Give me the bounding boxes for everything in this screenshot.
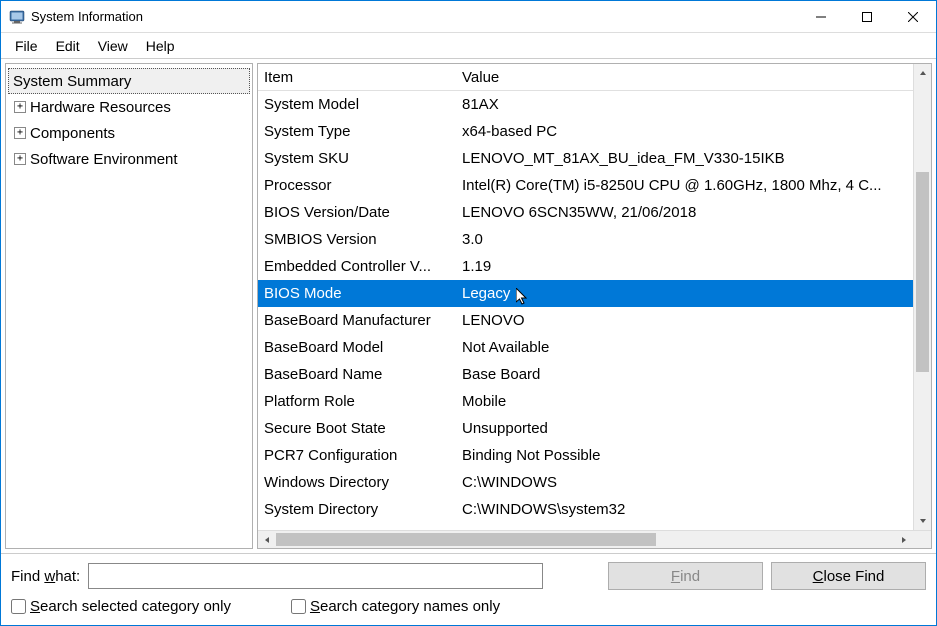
tree-item-hardware-resources[interactable]: + Hardware Resources <box>10 94 250 120</box>
table-row[interactable]: ProcessorIntel(R) Core(TM) i5-8250U CPU … <box>258 172 913 199</box>
menu-view[interactable]: View <box>90 36 136 56</box>
cell-value: 3.0 <box>458 231 913 248</box>
scroll-track[interactable] <box>914 82 931 512</box>
table-row[interactable]: BIOS Version/DateLENOVO 6SCN35WW, 21/06/… <box>258 199 913 226</box>
app-icon <box>9 9 25 25</box>
table-row[interactable]: BIOS ModeLegacy <box>258 280 913 307</box>
table-row[interactable]: BaseBoard ManufacturerLENOVO <box>258 307 913 334</box>
tree-root-label: System Summary <box>13 73 131 90</box>
cell-item: System Directory <box>258 501 458 518</box>
cell-item: SMBIOS Version <box>258 231 458 248</box>
cell-value: Base Board <box>458 366 913 383</box>
close-find-button[interactable]: Close Find <box>771 562 926 590</box>
cell-item: Windows Directory <box>258 474 458 491</box>
cell-item: BaseBoard Name <box>258 366 458 383</box>
tree-item-label: Hardware Resources <box>30 99 171 116</box>
find-bar: Find what: Find Close Find <box>1 554 936 592</box>
checkbox-search-selected-category[interactable]: Search selected category only <box>11 598 231 615</box>
cell-value: x64-based PC <box>458 123 913 140</box>
window-title: System Information <box>31 9 798 24</box>
table-row[interactable]: System SKULENOVO_MT_81AX_BU_idea_FM_V330… <box>258 145 913 172</box>
tree-item-components[interactable]: + Components <box>10 120 250 146</box>
cell-value: Mobile <box>458 393 913 410</box>
scrollbar-corner <box>913 531 931 549</box>
horizontal-scrollbar[interactable] <box>258 530 931 548</box>
table-row[interactable]: BaseBoard ModelNot Available <box>258 334 913 361</box>
cell-item: System SKU <box>258 150 458 167</box>
cell-value: LENOVO_MT_81AX_BU_idea_FM_V330-15IKB <box>458 150 913 167</box>
tree-pane[interactable]: System Summary + Hardware Resources + Co… <box>5 63 253 549</box>
table-pane: Item Value System Model81AXSystem Typex6… <box>257 63 932 549</box>
window-controls <box>798 1 936 32</box>
tree-root-system-summary[interactable]: System Summary <box>8 68 250 94</box>
checkbox-input[interactable] <box>11 599 26 614</box>
find-input[interactable] <box>88 563 543 589</box>
menubar: File Edit View Help <box>1 33 936 59</box>
table-row[interactable]: PCR7 ConfigurationBinding Not Possible <box>258 442 913 469</box>
cell-item: Embedded Controller V... <box>258 258 458 275</box>
tree-item-label: Components <box>30 125 115 142</box>
find-button[interactable]: Find <box>608 562 763 590</box>
cell-item: PCR7 Configuration <box>258 447 458 464</box>
table-row[interactable]: Platform RoleMobile <box>258 388 913 415</box>
cell-item: BaseBoard Manufacturer <box>258 312 458 329</box>
scroll-right-button[interactable] <box>895 531 913 548</box>
cell-value: LENOVO 6SCN35WW, 21/06/2018 <box>458 204 913 221</box>
cell-value: C:\WINDOWS\system32 <box>458 501 913 518</box>
cell-value: Legacy <box>458 285 913 302</box>
cell-value: C:\WINDOWS <box>458 474 913 491</box>
cell-value: LENOVO <box>458 312 913 329</box>
cell-value: Intel(R) Core(TM) i5-8250U CPU @ 1.60GHz… <box>458 177 913 194</box>
table-row[interactable]: System Typex64-based PC <box>258 118 913 145</box>
cell-value: 1.19 <box>458 258 913 275</box>
cell-item: BIOS Mode <box>258 285 458 302</box>
minimize-button[interactable] <box>798 1 844 32</box>
menu-file[interactable]: File <box>7 36 46 56</box>
cell-item: Processor <box>258 177 458 194</box>
table-scroll[interactable]: Item Value System Model81AXSystem Typex6… <box>258 64 913 530</box>
expand-icon[interactable]: + <box>14 101 26 113</box>
cell-item: Platform Role <box>258 393 458 410</box>
menu-edit[interactable]: Edit <box>48 36 88 56</box>
table-row[interactable]: Embedded Controller V...1.19 <box>258 253 913 280</box>
column-header-item[interactable]: Item <box>258 69 458 86</box>
table-row[interactable]: System DirectoryC:\WINDOWS\system32 <box>258 496 913 523</box>
menu-help[interactable]: Help <box>138 36 183 56</box>
scroll-up-button[interactable] <box>914 64 931 82</box>
cell-item: BaseBoard Model <box>258 339 458 356</box>
tree-item-software-environment[interactable]: + Software Environment <box>10 146 250 172</box>
table-row[interactable]: Windows DirectoryC:\WINDOWS <box>258 469 913 496</box>
tree-item-label: Software Environment <box>30 151 178 168</box>
hscroll-thumb[interactable] <box>276 533 656 546</box>
column-header-value[interactable]: Value <box>458 69 913 86</box>
checkbox-input[interactable] <box>291 599 306 614</box>
table-row[interactable]: System Model81AX <box>258 91 913 118</box>
maximize-button[interactable] <box>844 1 890 32</box>
table-row[interactable]: BaseBoard NameBase Board <box>258 361 913 388</box>
find-label: Find what: <box>11 568 80 585</box>
main-area: System Summary + Hardware Resources + Co… <box>1 59 936 554</box>
table-row[interactable]: Secure Boot StateUnsupported <box>258 415 913 442</box>
expand-icon[interactable]: + <box>14 153 26 165</box>
cell-item: System Type <box>258 123 458 140</box>
close-button[interactable] <box>890 1 936 32</box>
cell-value: 81AX <box>458 96 913 113</box>
cell-item: Secure Boot State <box>258 420 458 437</box>
table-header[interactable]: Item Value <box>258 64 913 91</box>
cell-value: Not Available <box>458 339 913 356</box>
expand-icon[interactable]: + <box>14 127 26 139</box>
vertical-scrollbar[interactable] <box>913 64 931 530</box>
scroll-left-button[interactable] <box>258 531 276 548</box>
table-row[interactable]: SMBIOS Version3.0 <box>258 226 913 253</box>
hscroll-track[interactable] <box>276 531 895 548</box>
cell-value: Unsupported <box>458 420 913 437</box>
cell-value: Binding Not Possible <box>458 447 913 464</box>
checkbox-search-category-names[interactable]: Search category names only <box>291 598 500 615</box>
titlebar: System Information <box>1 1 936 33</box>
find-options: Search selected category only Search cat… <box>1 592 936 625</box>
scroll-down-button[interactable] <box>914 512 931 530</box>
scroll-thumb[interactable] <box>916 172 929 372</box>
cell-item: BIOS Version/Date <box>258 204 458 221</box>
cell-item: System Model <box>258 96 458 113</box>
